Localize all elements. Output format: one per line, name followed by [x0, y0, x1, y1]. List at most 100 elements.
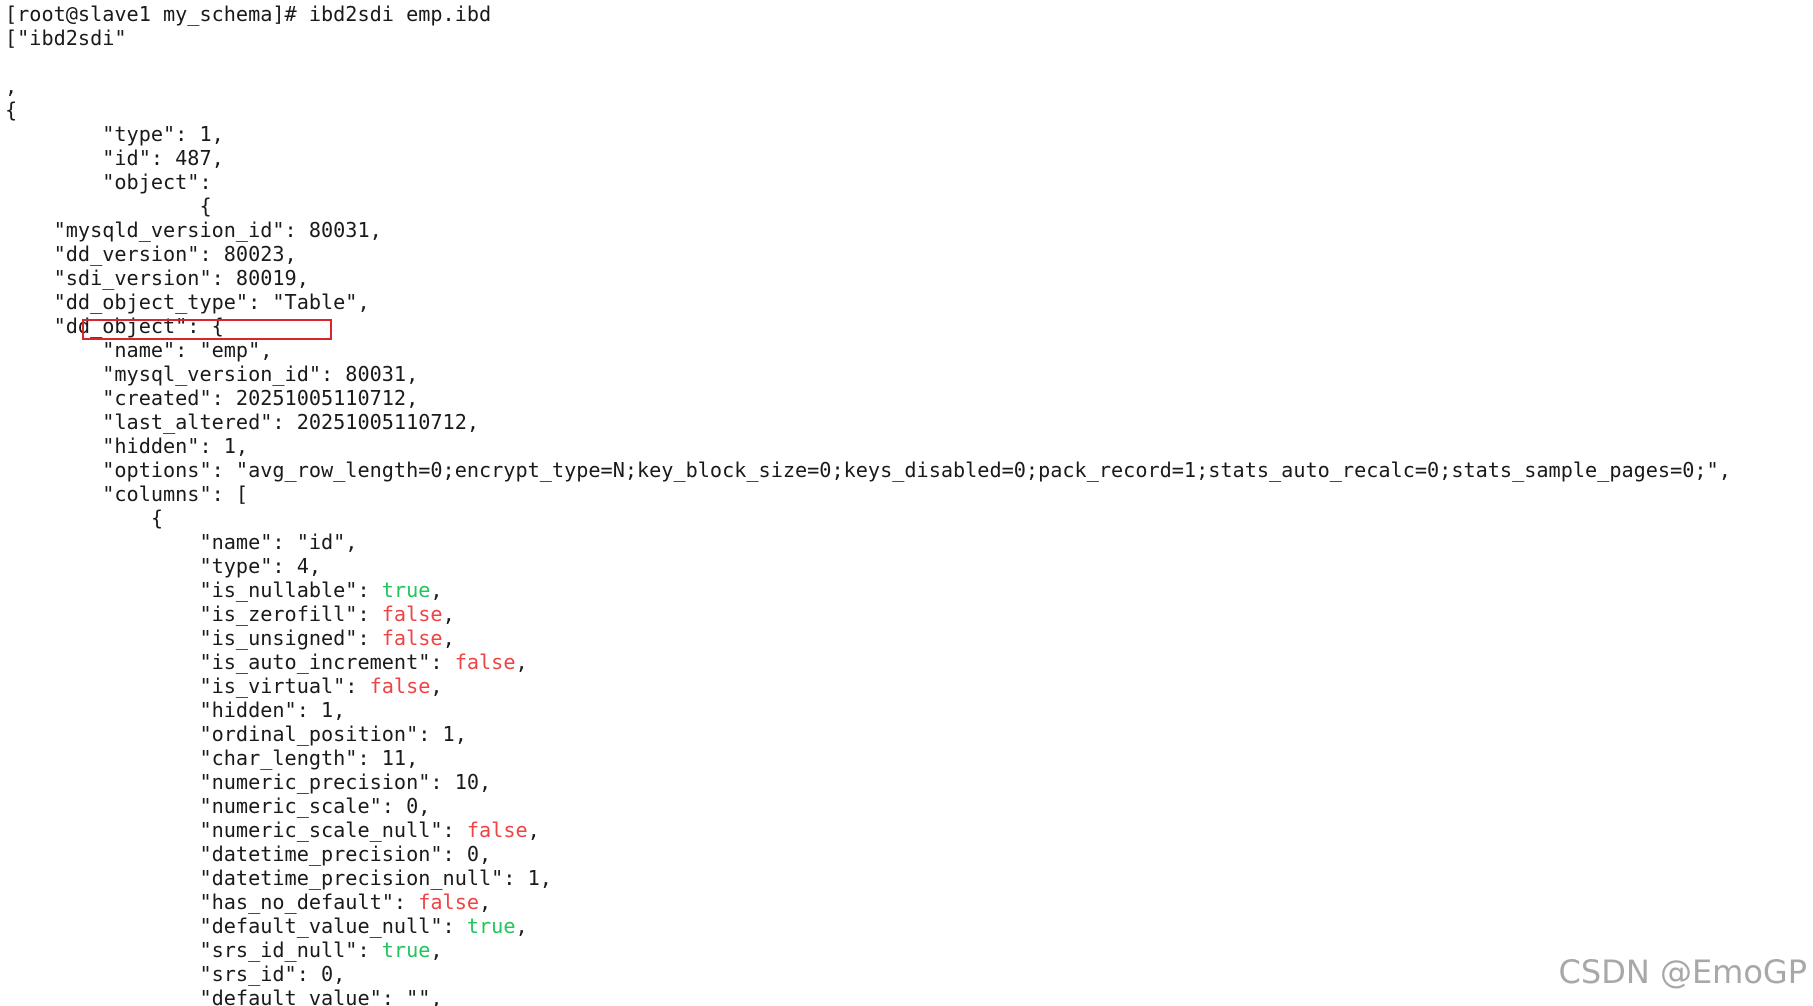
- line-text: "dd_version": 80023,: [5, 242, 297, 266]
- line-text: "dd_object": {: [5, 314, 224, 338]
- terminal-line: ["ibd2sdi": [5, 26, 1731, 50]
- true-literal: true: [381, 938, 431, 962]
- terminal-line: "default_value_null": true,: [5, 914, 1731, 938]
- terminal-line: "mysqld_version_id": 80031,: [5, 218, 1731, 242]
- line-text: "is_zerofill":: [5, 602, 382, 626]
- terminal-line: "is_nullable": true,: [5, 578, 1731, 602]
- line-text: "name": "emp",: [5, 338, 273, 362]
- line-text: ,: [430, 938, 443, 962]
- line-text: "id": 487,: [5, 146, 224, 170]
- terminal-line: "is_zerofill": false,: [5, 602, 1731, 626]
- terminal-line: "name": "id",: [5, 530, 1731, 554]
- line-text: ,: [442, 626, 455, 650]
- line-text: ,: [5, 74, 18, 98]
- line-text: "is_auto_increment":: [5, 650, 455, 674]
- terminal-line: "numeric_precision": 10,: [5, 770, 1731, 794]
- terminal-line: "dd_object": {: [5, 314, 1731, 338]
- line-text: "ordinal_position": 1,: [5, 722, 467, 746]
- terminal-line: "object":: [5, 170, 1731, 194]
- line-text: "sdi_version": 80019,: [5, 266, 309, 290]
- line-text: "numeric_scale": 0,: [5, 794, 431, 818]
- terminal-line: "is_virtual": false,: [5, 674, 1731, 698]
- terminal-line: "created": 20251005110712,: [5, 386, 1731, 410]
- terminal-line: ,: [5, 74, 1731, 98]
- line-text: "dd_object_type": "Table",: [5, 290, 370, 314]
- false-literal: false: [454, 650, 516, 674]
- terminal-line: "is_auto_increment": false,: [5, 650, 1731, 674]
- line-text: "name": "id",: [5, 530, 358, 554]
- line-text: "hidden": 1,: [5, 434, 249, 458]
- csdn-watermark: CSDN @EmoGP: [1558, 953, 1807, 991]
- line-text: {: [5, 506, 164, 530]
- terminal-line: "datetime_precision": 0,: [5, 842, 1731, 866]
- terminal-line: "ordinal_position": 1,: [5, 722, 1731, 746]
- terminal-line: "dd_object_type": "Table",: [5, 290, 1731, 314]
- terminal-line: "char_length": 11,: [5, 746, 1731, 770]
- false-literal: false: [381, 602, 443, 626]
- line-text: "srs_id_null":: [5, 938, 382, 962]
- false-literal: false: [369, 674, 431, 698]
- terminal-line: "datetime_precision_null": 1,: [5, 866, 1731, 890]
- line-text: "columns": [: [5, 482, 249, 506]
- terminal-line: "numeric_scale": 0,: [5, 794, 1731, 818]
- terminal-line: "default_value": "",: [5, 986, 1731, 1006]
- line-text: ["ibd2sdi": [5, 26, 127, 50]
- line-text: ,: [442, 602, 455, 626]
- line-text: "mysql_version_id": 80031,: [5, 362, 419, 386]
- line-text: "numeric_scale_null":: [5, 818, 467, 842]
- terminal-line: [root@slave1 my_schema]# ibd2sdi emp.ibd: [5, 2, 1731, 26]
- line-text: "srs_id": 0,: [5, 962, 346, 986]
- line-text: "is_virtual":: [5, 674, 370, 698]
- terminal-line: {: [5, 98, 1731, 122]
- line-text: ,: [515, 914, 528, 938]
- terminal-line: "has_no_default": false,: [5, 890, 1731, 914]
- line-text: "char_length": 11,: [5, 746, 419, 770]
- terminal-line: {: [5, 194, 1731, 218]
- terminal-line: "srs_id": 0,: [5, 962, 1731, 986]
- terminal-line: "hidden": 1,: [5, 434, 1731, 458]
- terminal-line: "name": "emp",: [5, 338, 1731, 362]
- terminal-line: "columns": [: [5, 482, 1731, 506]
- terminal-line: "srs_id_null": true,: [5, 938, 1731, 962]
- terminal-line: "numeric_scale_null": false,: [5, 818, 1731, 842]
- line-text: "mysqld_version_id": 80031,: [5, 218, 382, 242]
- line-text: "datetime_precision_null": 1,: [5, 866, 552, 890]
- false-literal: false: [381, 626, 443, 650]
- terminal-line: "dd_version": 80023,: [5, 242, 1731, 266]
- line-text: "object":: [5, 170, 212, 194]
- line-text: "is_unsigned":: [5, 626, 382, 650]
- terminal-line: "id": 487,: [5, 146, 1731, 170]
- line-text: "type": 4,: [5, 554, 322, 578]
- line-text: "options": "avg_row_length=0;encrypt_typ…: [5, 458, 1731, 482]
- false-literal: false: [466, 818, 528, 842]
- terminal-line: "hidden": 1,: [5, 698, 1731, 722]
- line-text: ,: [430, 674, 443, 698]
- terminal-line: "sdi_version": 80019,: [5, 266, 1731, 290]
- line-text: "has_no_default":: [5, 890, 419, 914]
- line-text: "created": 20251005110712,: [5, 386, 419, 410]
- terminal-line: "type": 1,: [5, 122, 1731, 146]
- terminal-line: "last_altered": 20251005110712,: [5, 410, 1731, 434]
- line-text: "default_value": "",: [5, 986, 443, 1006]
- line-text: "type": 1,: [5, 122, 224, 146]
- terminal-line: "options": "avg_row_length=0;encrypt_typ…: [5, 458, 1731, 482]
- true-literal: true: [466, 914, 516, 938]
- line-text: "default_value_null":: [5, 914, 467, 938]
- line-text: "datetime_precision": 0,: [5, 842, 492, 866]
- terminal-line: {: [5, 506, 1731, 530]
- line-text: "hidden": 1,: [5, 698, 346, 722]
- terminal-line: "type": 4,: [5, 554, 1731, 578]
- true-literal: true: [381, 578, 431, 602]
- terminal-window[interactable]: [root@slave1 my_schema]# ibd2sdi emp.ibd…: [0, 0, 1813, 1006]
- line-text: "is_nullable":: [5, 578, 382, 602]
- line-text: ,: [479, 890, 492, 914]
- line-text: ,: [527, 818, 540, 842]
- line-text: "last_altered": 20251005110712,: [5, 410, 480, 434]
- terminal-line: "mysql_version_id": 80031,: [5, 362, 1731, 386]
- false-literal: false: [418, 890, 480, 914]
- terminal-line: "is_unsigned": false,: [5, 626, 1731, 650]
- line-text: {: [5, 98, 18, 122]
- line-text: {: [5, 194, 212, 218]
- line-text: ,: [515, 650, 528, 674]
